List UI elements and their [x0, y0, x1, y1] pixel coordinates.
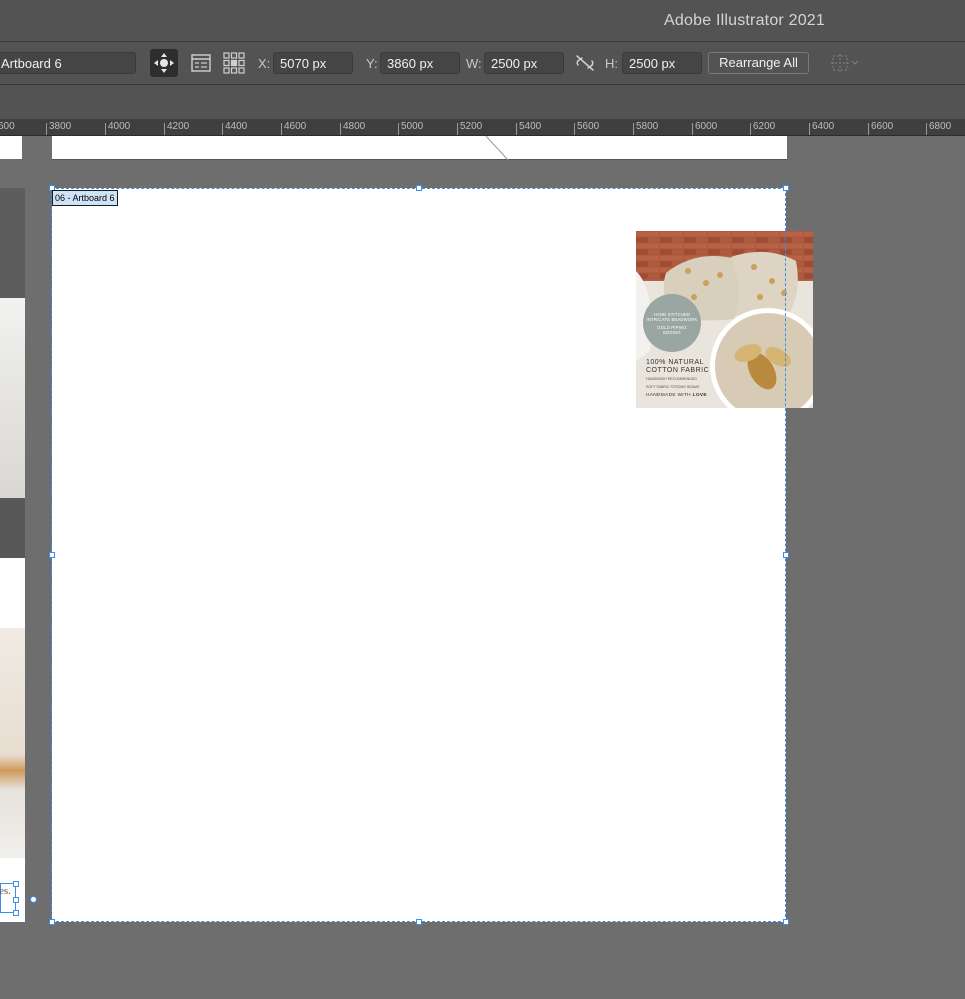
ruler-tick-label: 6400 — [812, 121, 835, 132]
ruler-tick-label: 6600 — [871, 121, 894, 132]
title-bar: Adobe Illustrator 2021 — [0, 0, 965, 42]
move-arrows-icon — [154, 53, 174, 73]
artboard-left[interactable] — [0, 188, 25, 922]
text-frame-port[interactable] — [30, 896, 37, 903]
resize-handle-right[interactable] — [783, 552, 789, 558]
text-frame-handle[interactable] — [13, 910, 19, 916]
text-frame-handle[interactable] — [13, 897, 19, 903]
ruler-tick-label: 4800 — [343, 121, 366, 132]
y-field[interactable]: 3860 px — [380, 52, 460, 74]
rearrange-grid-button[interactable] — [222, 51, 246, 75]
guide-line — [485, 136, 509, 161]
y-label: Y: — [366, 56, 378, 71]
artboard-above[interactable] — [52, 136, 787, 159]
resize-handle-bottom-right[interactable] — [783, 919, 789, 925]
ruler-tick-label: 5000 — [401, 121, 424, 132]
ruler-tick-label: 4400 — [225, 121, 248, 132]
resize-handle-bottom-left[interactable] — [49, 919, 55, 925]
ruler-tick-label: 5400 — [519, 121, 542, 132]
artboard-left-top[interactable] — [0, 136, 22, 159]
left-photo-dark-band — [0, 188, 25, 298]
align-options-button[interactable] — [830, 52, 860, 74]
ruler-tick-label: 5600 — [577, 121, 600, 132]
h-field[interactable]: 2500 px — [622, 52, 702, 74]
horizontal-ruler[interactable]: 600 3800 4000 4200 4400 4600 4800 5000 5… — [0, 119, 965, 136]
resize-handle-top[interactable] — [416, 185, 422, 191]
grid-icon — [223, 52, 245, 74]
control-bar: Artboard 6 X: 5070 px Y: 3860 px W: 2500… — [0, 42, 965, 85]
x-label: X: — [258, 56, 271, 71]
ruler-tick-label: 4600 — [284, 121, 307, 132]
ruler-tick-label: 6800 — [929, 121, 952, 132]
text-frame-handle[interactable] — [13, 881, 19, 887]
resize-handle-top-right[interactable] — [783, 185, 789, 191]
constrain-proportions-toggle[interactable] — [574, 53, 596, 73]
move-artwork-button[interactable] — [150, 49, 178, 77]
h-label: H: — [605, 56, 618, 71]
secondary-bar — [0, 85, 965, 120]
rearrange-all-button[interactable]: Rearrange All — [708, 52, 809, 74]
x-field[interactable]: 5070 px — [273, 52, 353, 74]
artboard-options-icon — [191, 54, 211, 72]
artboard-name-label[interactable]: 06 - Artboard 6 — [52, 190, 118, 206]
left-photo-dark-band-2 — [0, 498, 25, 558]
left-photo-room — [0, 628, 25, 858]
ruler-tick-label: 4200 — [167, 121, 190, 132]
ruler-tick-label: 6000 — [695, 121, 718, 132]
ruler-tick-label: 5200 — [460, 121, 483, 132]
w-label: W: — [466, 56, 482, 71]
ruler-tick-label: 3800 — [49, 121, 72, 132]
ruler-tick-label: 6200 — [753, 121, 776, 132]
left-text-fragment: es. — [0, 885, 11, 897]
ruler-tick-label: 600 — [0, 121, 15, 132]
align-grid-icon — [831, 54, 859, 72]
ruler-tick-label: 4000 — [108, 121, 131, 132]
app-title: Adobe Illustrator 2021 — [664, 12, 825, 29]
artboard-name-field[interactable]: Artboard 6 — [0, 52, 136, 74]
ruler-tick-label: 5800 — [636, 121, 659, 132]
w-field[interactable]: 2500 px — [484, 52, 564, 74]
artboard-selection-box — [51, 188, 786, 922]
resize-handle-left[interactable] — [49, 552, 55, 558]
broken-link-icon — [576, 55, 594, 71]
left-photo-sofa — [0, 298, 25, 498]
artboard-options-button[interactable] — [190, 52, 212, 74]
resize-handle-bottom[interactable] — [416, 919, 422, 925]
